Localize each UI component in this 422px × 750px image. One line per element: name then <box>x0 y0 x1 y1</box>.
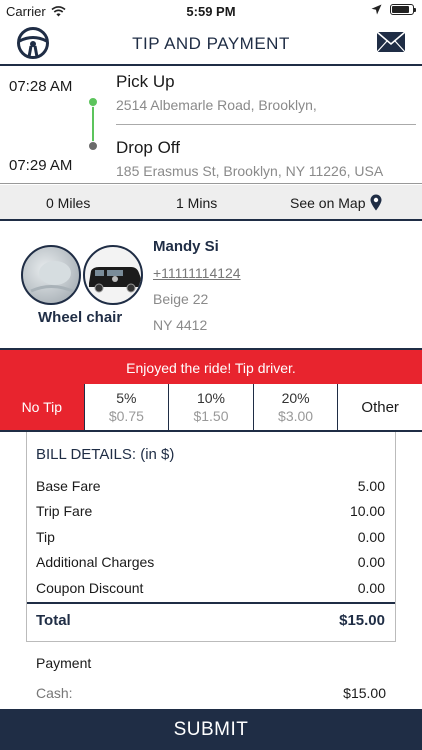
pickup-label: Pick Up <box>116 72 175 91</box>
submit-button[interactable]: SUBMIT <box>0 709 422 750</box>
payment-row: Cash: $15.00 <box>36 685 386 701</box>
bill-row-label: Tip <box>36 529 55 545</box>
tip-option-10[interactable]: 10% $1.50 <box>168 384 253 430</box>
total-value: $15.00 <box>339 612 385 629</box>
bill-total: Total $15.00 <box>36 612 385 629</box>
payment-amount: $15.00 <box>343 685 386 701</box>
vehicle-photo <box>83 245 143 305</box>
bill-row: Trip Fare 10.00 <box>36 503 385 519</box>
status-bar: Carrier 5:59 PM <box>0 0 422 22</box>
bill-row-label: Additional Charges <box>36 554 155 570</box>
tip-option-no-tip[interactable]: No Tip <box>0 384 84 430</box>
tip-option-label: No Tip <box>21 399 63 415</box>
see-on-map-link[interactable]: See on Map <box>290 194 382 211</box>
header: TIP AND PAYMENT <box>0 22 422 66</box>
tip-percent: 10% <box>196 390 225 406</box>
tip-options: No Tip 5% $0.75 10% $1.50 20% $3.00 Othe… <box>0 384 422 432</box>
dropoff-address: 185 Erasmus St, Brooklyn, NY 11226, USA <box>116 163 384 179</box>
bill-row: Coupon Discount 0.00 <box>36 580 385 596</box>
tip-option-label: Other <box>361 398 399 416</box>
tip-percent: 20% <box>281 390 310 406</box>
driver-photo-icon <box>30 261 78 295</box>
tip-amount: $1.50 <box>193 408 229 424</box>
miles-value: 0 Miles <box>46 195 91 211</box>
dropoff-label: Drop Off <box>116 138 180 157</box>
tip-banner: Enjoyed the ride! Tip driver. <box>0 348 422 384</box>
bill-details: BILL DETAILS: (in $) Base Fare 5.00 Trip… <box>26 432 396 642</box>
driver-card: Wheel chair Mandy Si +11111114124 Beige … <box>0 223 422 347</box>
divider <box>116 124 416 125</box>
bill-row-value: 5.00 <box>357 478 385 494</box>
tip-option-20[interactable]: 20% $3.00 <box>252 384 338 430</box>
van-icon <box>89 267 141 293</box>
payment-heading: Payment <box>36 655 92 671</box>
tip-option-5[interactable]: 5% $0.75 <box>83 384 169 430</box>
tip-percent: 5% <box>116 390 137 406</box>
trip-details: 07:28 AM 07:29 AM Pick Up 2514 Albemarle… <box>0 66 422 184</box>
bill-heading: BILL DETAILS: (in $) <box>36 446 175 463</box>
tip-amount: $0.75 <box>108 408 144 424</box>
status-right <box>371 4 416 15</box>
bill-separator <box>27 602 395 604</box>
driver-avatar <box>21 245 81 305</box>
bill-row-label: Base Fare <box>36 478 101 494</box>
total-label: Total <box>36 612 71 629</box>
see-on-map-label: See on Map <box>290 194 366 211</box>
tip-option-other[interactable]: Other <box>337 384 422 430</box>
driver-name: Mandy Si <box>153 238 219 255</box>
dropoff-time: 07:29 AM <box>9 157 73 174</box>
route-line-icon <box>88 97 98 151</box>
bill-row: Tip 0.00 <box>36 529 385 545</box>
map-pin-icon <box>370 194 381 211</box>
bill-row-value: 0.00 <box>357 529 385 545</box>
vehicle-type: Wheel chair <box>38 309 123 326</box>
location-arrow-icon <box>371 4 382 15</box>
minutes-value: 1 Mins <box>176 195 218 211</box>
payment-method: Cash: <box>36 685 73 701</box>
pickup-address: 2514 Albemarle Road, Brooklyn, <box>116 97 317 113</box>
page-title: TIP AND PAYMENT <box>132 34 290 53</box>
status-time: 5:59 PM <box>186 4 236 19</box>
license-plate: NY 4412 <box>153 317 208 333</box>
bill-row-value: 10.00 <box>349 503 385 519</box>
vehicle-description: Beige 22 <box>153 291 209 307</box>
bill-row-value: 0.00 <box>357 580 385 596</box>
bill-row-label: Coupon Discount <box>36 580 144 596</box>
driver-phone-link[interactable]: +11111114124 <box>153 265 241 281</box>
battery-icon <box>390 4 416 15</box>
bill-row-value: 0.00 <box>357 554 385 570</box>
bill-row: Base Fare 5.00 <box>36 478 385 494</box>
pickup-time: 07:28 AM <box>9 78 73 95</box>
mail-icon[interactable] <box>376 31 406 53</box>
bill-row-label: Trip Fare <box>36 503 93 519</box>
tip-amount: $3.00 <box>278 408 314 424</box>
trip-stats: 0 Miles 1 Mins See on Map <box>0 185 422 221</box>
bill-row: Additional Charges 0.00 <box>36 554 385 570</box>
